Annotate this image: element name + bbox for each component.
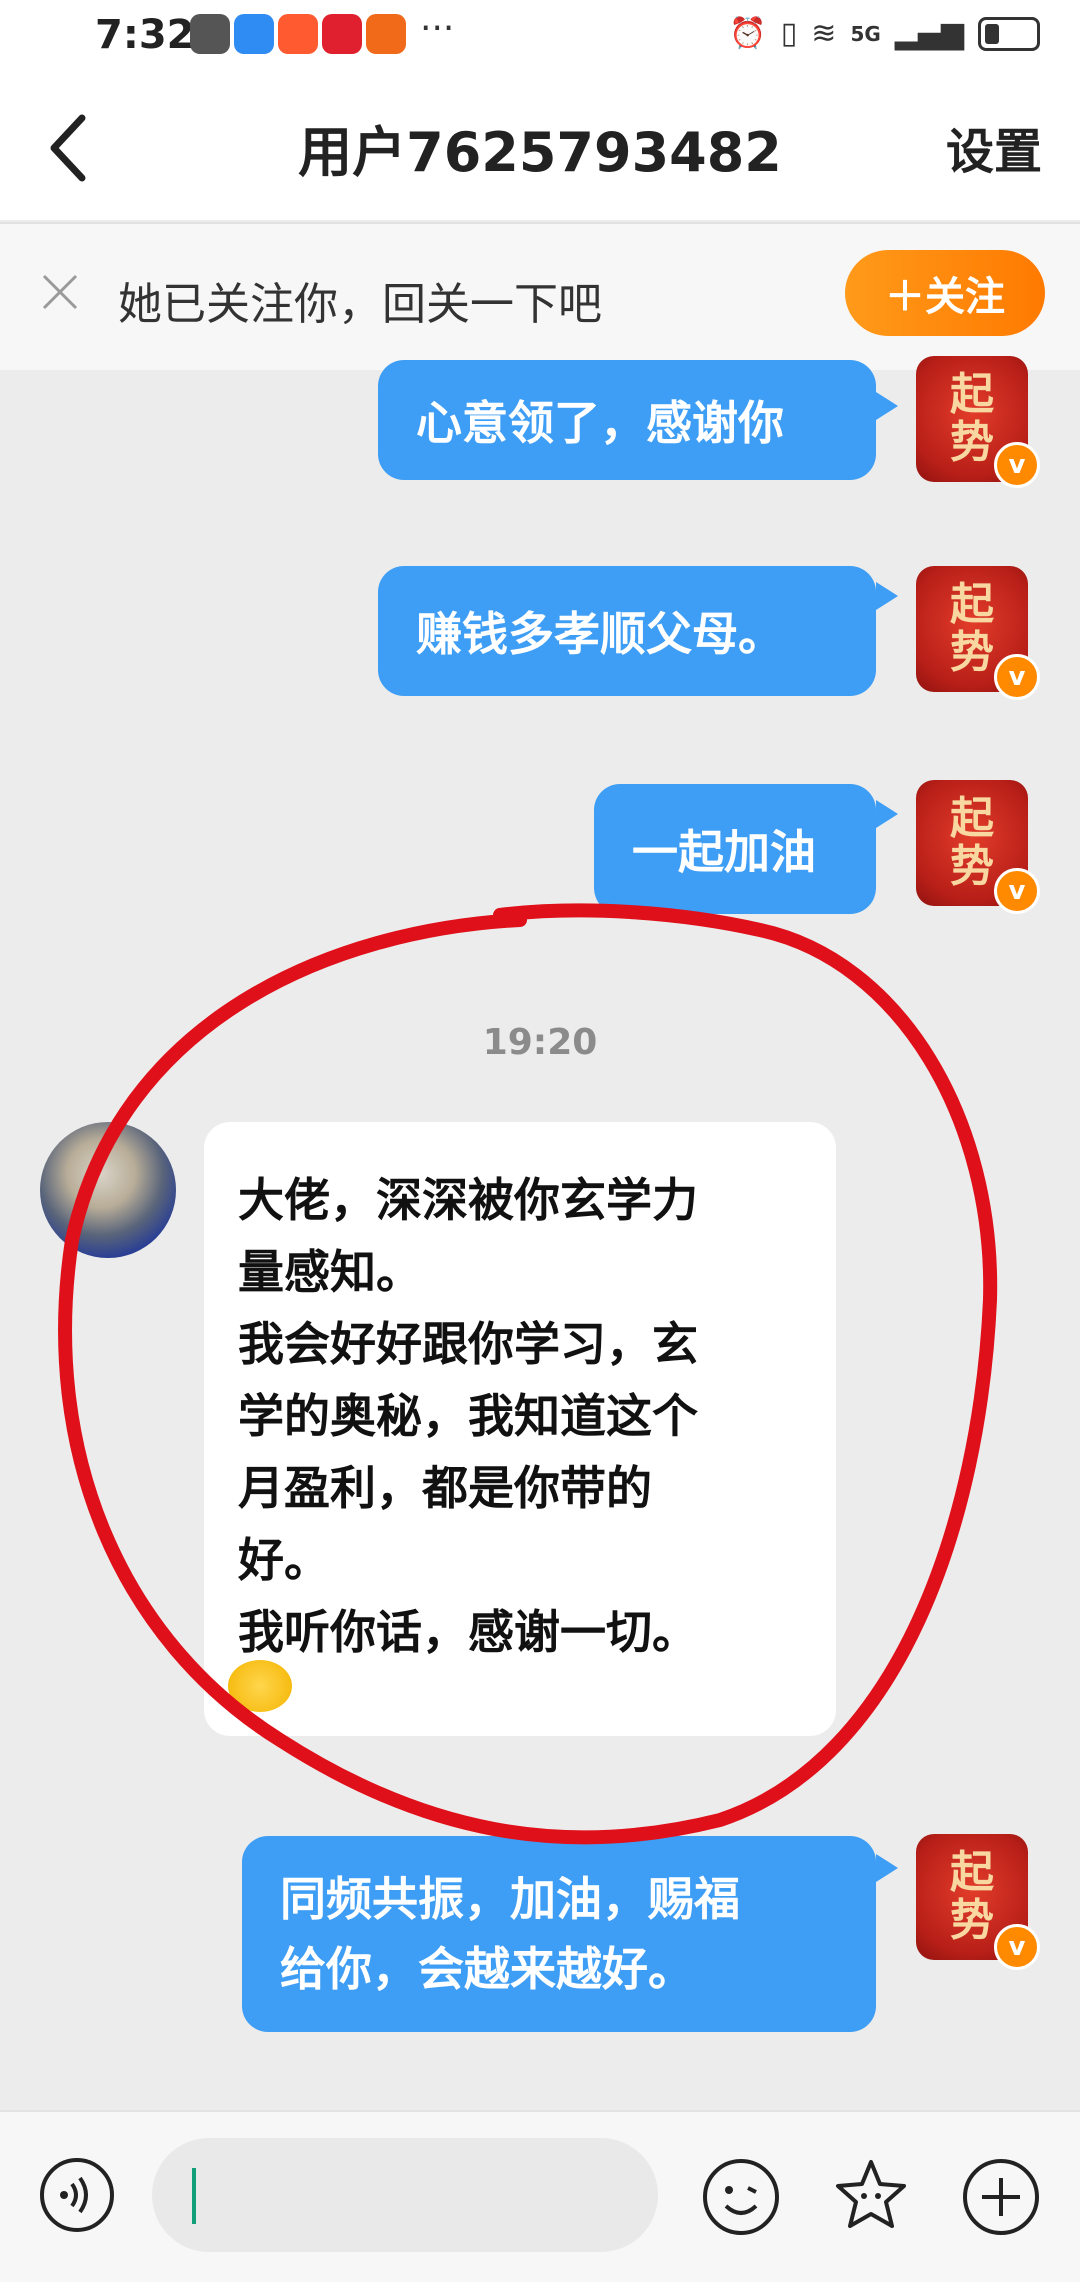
message-line: 学的奥秘，我知道这个 xyxy=(238,1389,698,1443)
page-title: 用户7625793482 xyxy=(298,121,782,184)
message-bubble-out[interactable]: 一起加油 xyxy=(594,784,876,914)
follow-banner-text: 她已关注你，回关一下吧 xyxy=(118,279,602,330)
avatar-char: 起 xyxy=(950,579,994,630)
message-line: 好。 xyxy=(238,1533,330,1587)
plus-icon[interactable] xyxy=(960,2156,1042,2238)
sticker-icon[interactable] xyxy=(830,2156,912,2238)
signal-icon: ▂▄▆ xyxy=(894,16,964,51)
message-bubble-out[interactable]: 同频共振，加油，赐福 给你，会越来越好。 xyxy=(242,1836,876,2032)
xiaohongshu-icon xyxy=(322,14,362,54)
weather-icon xyxy=(234,14,274,54)
verified-badge-icon: v xyxy=(994,868,1040,914)
notification-avatar-icon xyxy=(190,14,230,54)
avatar-char: 势 xyxy=(950,627,994,678)
bubble-tail xyxy=(876,800,898,828)
more-notifications-icon: ··· xyxy=(420,8,455,49)
message-bubble-out[interactable]: 赚钱多孝顺父母。 xyxy=(378,566,876,696)
settings-button[interactable]: 设置 xyxy=(946,112,1042,182)
app-notification-icon xyxy=(366,14,406,54)
avatar-char: 势 xyxy=(950,1895,994,1946)
status-time: 7:32 xyxy=(95,12,195,58)
status-right: ⏰ ▯ ≋ 5G ▂▄▆ xyxy=(729,16,1040,51)
emoji-sticker-icon xyxy=(228,1660,292,1712)
avatar-char: 起 xyxy=(950,369,994,420)
network-label: 5G xyxy=(850,21,881,46)
contact-avatar[interactable] xyxy=(40,1122,176,1258)
bubble-tail xyxy=(876,1854,898,1882)
message-line: 我会好好跟你学习，玄 xyxy=(238,1317,698,1371)
verified-badge-icon: v xyxy=(994,1924,1040,1970)
message-line: 大佬，深深被你玄学力 xyxy=(238,1173,698,1227)
message-input[interactable] xyxy=(152,2138,658,2252)
voice-icon[interactable] xyxy=(38,2156,116,2234)
message-line: 月盈利，都是你带的 xyxy=(238,1461,652,1515)
message-timestamp: 19:20 xyxy=(482,1022,598,1063)
bubble-tail xyxy=(876,392,898,420)
avatar-char: 势 xyxy=(950,841,994,892)
alarm-icon: ⏰ xyxy=(729,16,767,51)
avatar-char: 起 xyxy=(950,793,994,844)
avatar-char: 势 xyxy=(950,417,994,468)
message-line: 我听你话，感谢一切。 xyxy=(238,1605,698,1659)
message-line: 给你，会越来越好。 xyxy=(280,1942,694,1996)
verified-badge-icon: v xyxy=(994,654,1040,700)
message-line: 同频共振，加油，赐福 xyxy=(280,1872,740,1926)
close-icon[interactable] xyxy=(38,270,82,314)
weibo-icon xyxy=(278,14,318,54)
battery-icon xyxy=(978,16,1040,51)
emoji-icon[interactable] xyxy=(700,2156,782,2238)
avatar-char: 起 xyxy=(950,1847,994,1898)
follow-button[interactable]: ＋关注 xyxy=(845,250,1045,336)
bubble-tail xyxy=(876,582,898,610)
message-bubble-in[interactable]: 大佬，深深被你玄学力 量感知。 我会好好跟你学习，玄 学的奥秘，我知道这个 月盈… xyxy=(204,1122,836,1736)
message-line: 量感知。 xyxy=(238,1245,422,1299)
verified-badge-icon: v xyxy=(994,442,1040,488)
wifi-icon: ≋ xyxy=(811,16,837,51)
message-bubble-out[interactable]: 心意领了，感谢你 xyxy=(378,360,876,480)
text-caret xyxy=(192,2168,196,2224)
vibrate-icon: ▯ xyxy=(780,16,798,51)
